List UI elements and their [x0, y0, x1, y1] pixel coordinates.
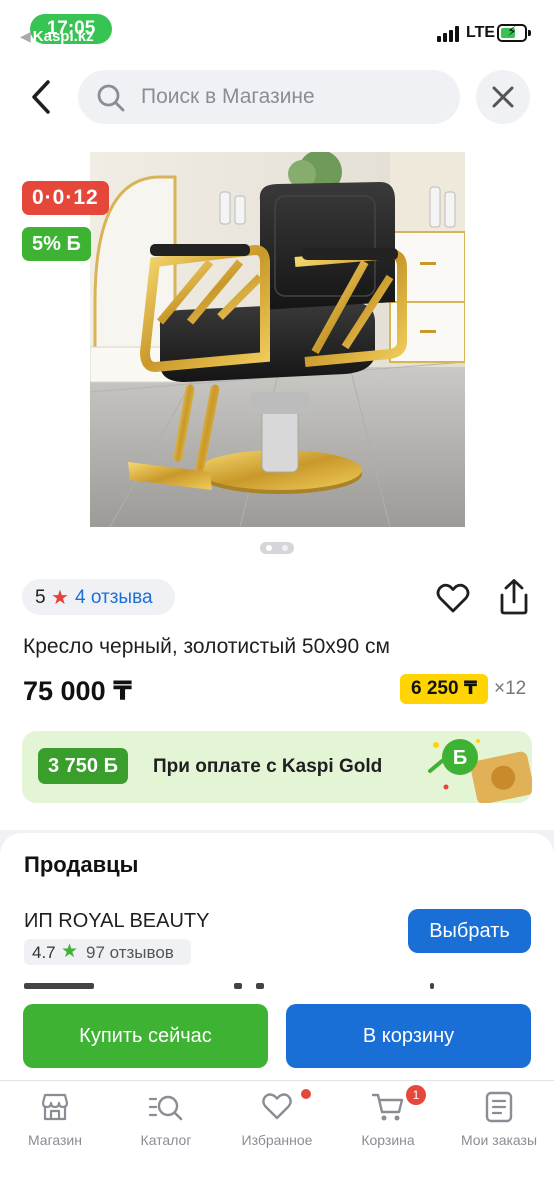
pagination-dot — [282, 545, 288, 551]
close-button[interactable] — [476, 70, 530, 124]
bonus-badge: 5% Б — [22, 227, 91, 261]
search-placeholder: Поиск в Магазине — [141, 85, 315, 108]
rating-value: 5 — [35, 587, 46, 608]
back-button[interactable] — [22, 74, 62, 120]
seller-reviews: 97 отзывов — [86, 943, 174, 962]
installment-badge: 0·0·12 — [22, 181, 109, 215]
status-bar: 17:05 ◀ Kaspi.kz LTE ⚡ — [0, 0, 554, 60]
search-input[interactable]: Поиск в Магазине — [78, 70, 460, 124]
pagination-dot-active — [266, 545, 272, 551]
cart-icon — [371, 1093, 404, 1121]
buy-now-button[interactable]: Купить сейчас — [23, 1004, 268, 1068]
heart-icon — [262, 1093, 292, 1120]
image-pagination-dots — [260, 542, 294, 554]
star-icon: ★ — [51, 587, 69, 609]
share-button[interactable] — [497, 578, 531, 616]
tab-label: Каталог — [140, 1132, 192, 1148]
add-to-cart-button[interactable]: В корзину — [286, 1004, 531, 1068]
seller-name[interactable]: ИП ROYAL BEAUTY — [24, 910, 209, 933]
product-image[interactable] — [90, 152, 465, 527]
seller-rating-value: 4.7 — [32, 943, 56, 962]
seller-rating[interactable]: 4.7 ★ 97 отзывов — [24, 939, 191, 965]
back-to-app-link[interactable]: ◀ Kaspi.kz — [20, 28, 94, 45]
tab-favorites[interactable]: Избранное — [222, 1091, 332, 1161]
back-triangle-icon: ◀ — [20, 28, 31, 44]
kaspi-gold-card-icon: Б — [428, 739, 532, 803]
cart-count-badge: 1 — [406, 1085, 426, 1105]
installment-months: ×12 — [494, 678, 527, 699]
search-icon — [97, 84, 125, 112]
sellers-title: Продавцы — [24, 852, 139, 877]
product-card: 17:05 ◀Kaspi.kz LTE ⚡ Поиск в Магазине — [0, 0, 554, 830]
chevron-left-icon — [32, 80, 50, 114]
heart-icon — [436, 583, 470, 613]
kaspi-gold-banner[interactable]: 3 750 Б При оплате с Kaspi Gold Б — [22, 731, 532, 803]
tab-bar: Магазин Каталог Избранное Корзина Мои за… — [0, 1080, 554, 1200]
reviews-link[interactable]: 4 отзыва — [75, 587, 153, 609]
share-icon — [500, 579, 528, 615]
catalog-search-icon — [148, 1095, 183, 1121]
tab-shop[interactable]: Магазин — [0, 1091, 110, 1161]
tab-label: Мои заказы — [460, 1132, 538, 1148]
tab-cart[interactable]: Корзина — [333, 1091, 443, 1161]
kaspi-gold-text: При оплате с Kaspi Gold — [153, 756, 383, 777]
product-price: 75 000 ₸ — [23, 676, 132, 706]
bonus-coin-glyph: Б — [453, 747, 467, 769]
favorite-button[interactable] — [436, 582, 470, 614]
product-title: Кресло черный, золотистый 50x90 см — [23, 635, 390, 658]
tab-label: Избранное — [241, 1132, 313, 1148]
tab-orders[interactable]: Мои заказы — [444, 1091, 554, 1161]
tab-label: Магазин — [27, 1132, 82, 1148]
star-icon: ★ — [61, 941, 79, 962]
battery-tip — [528, 30, 531, 36]
cellular-signal-icon — [437, 26, 461, 42]
choose-seller-button[interactable]: Выбрать — [408, 909, 531, 953]
favorites-indicator-dot — [301, 1089, 311, 1099]
back-app-label: Kaspi.kz — [32, 28, 94, 45]
battery-icon: ⚡ — [497, 23, 527, 42]
orders-icon — [485, 1091, 513, 1123]
tab-label: Корзина — [361, 1132, 415, 1148]
shop-icon — [41, 1093, 69, 1121]
clipped-row — [24, 983, 534, 991]
close-icon — [492, 86, 514, 108]
kaspi-gold-bonus: 3 750 Б — [38, 748, 128, 784]
tab-catalog[interactable]: Каталог — [111, 1091, 221, 1161]
rating-summary[interactable]: 5 ★ 4 отзыва — [22, 579, 175, 615]
monthly-payment-badge[interactable]: 6 250 ₸ — [400, 674, 489, 704]
network-type: LTE — [466, 24, 496, 41]
